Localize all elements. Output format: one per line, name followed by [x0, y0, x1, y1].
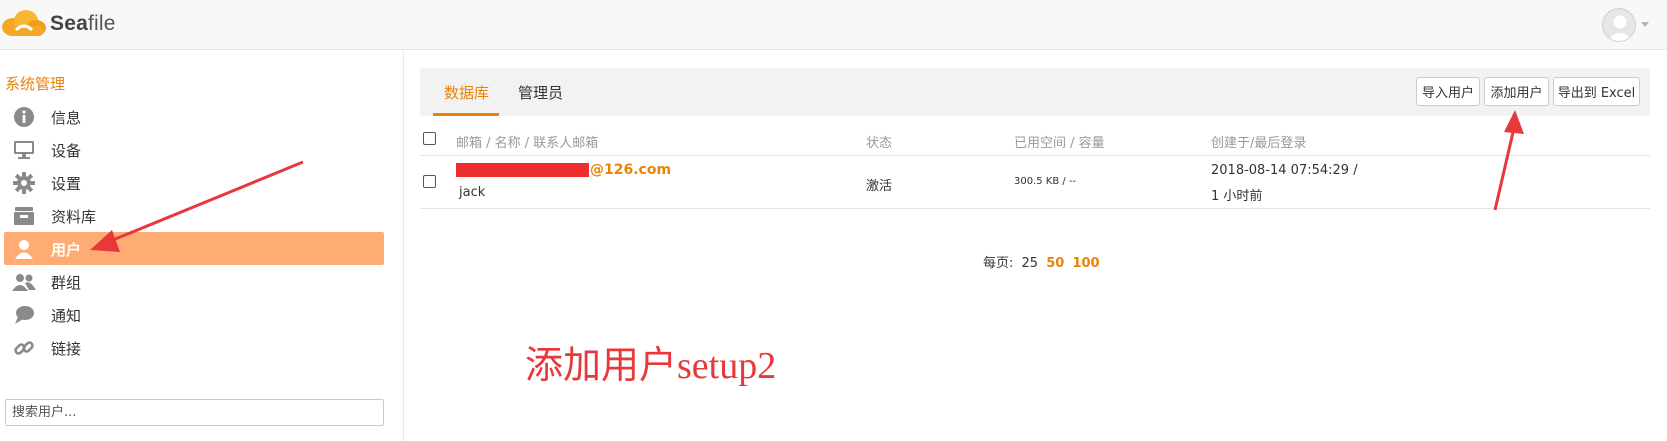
cloud-logo-icon: [2, 10, 46, 36]
column-header-space: 已用空间 / 容量: [1014, 136, 1105, 151]
info-icon: [12, 106, 36, 128]
sidebar-item-label: 设备: [51, 142, 82, 160]
user-name: jack: [459, 185, 486, 200]
per-page-option-100[interactable]: 100: [1072, 256, 1099, 271]
archive-icon: [12, 205, 36, 227]
admin-sidebar: 系统管理 信息 设备 设置 资料库 用户 群组 通知 链接 搜索用户...: [0, 51, 404, 441]
email-domain: @126.com: [590, 162, 672, 178]
sidebar-item-label: 信息: [51, 109, 82, 127]
sidebar-item-libraries[interactable]: 资料库: [4, 199, 384, 232]
user-status[interactable]: 激活: [866, 175, 892, 194]
sidebar-item-links[interactable]: 链接: [4, 331, 384, 364]
brand-suffix: file: [87, 12, 116, 35]
chat-icon: [12, 304, 36, 326]
sidebar-item-users[interactable]: 用户: [4, 232, 384, 265]
brand-prefix: Sea: [50, 12, 88, 35]
per-page-option-50[interactable]: 50: [1046, 256, 1064, 271]
header-divider: [420, 155, 1650, 156]
brand-name: Seafile: [50, 12, 116, 36]
user-last-login: 1 小时前: [1211, 189, 1263, 204]
select-all-checkbox[interactable]: [423, 132, 436, 145]
sidebar-item-info[interactable]: 信息: [4, 100, 384, 133]
group-icon: [12, 271, 36, 293]
sidebar-item-notifications[interactable]: 通知: [4, 298, 384, 331]
search-users-input[interactable]: [5, 399, 384, 426]
sidebar-item-label: 用户: [51, 241, 82, 259]
seafile-logo[interactable]: Seafile: [0, 6, 116, 42]
sidebar-item-label: 通知: [51, 307, 82, 325]
sidebar-item-devices[interactable]: 设备: [4, 133, 384, 166]
active-tab-indicator: [433, 113, 499, 116]
sidebar-item-settings[interactable]: 设置: [4, 166, 384, 199]
annotation-caption: 添加用户setup2: [525, 345, 777, 387]
user-space: 300.5 KB / --: [1014, 176, 1077, 187]
column-header-created: 创建于/最后登录: [1211, 136, 1307, 151]
sidebar-item-label: 设置: [51, 175, 82, 193]
user-email-link[interactable]: @126.com: [456, 162, 671, 178]
link-icon: [12, 337, 36, 359]
export-excel-button[interactable]: 导出到 Excel: [1553, 77, 1640, 106]
sidebar-nav: 信息 设备 设置 资料库 用户 群组 通知 链接: [4, 100, 384, 364]
per-page-label: 每页:: [983, 256, 1014, 271]
user-icon: [12, 238, 36, 260]
add-user-button[interactable]: 添加用户: [1484, 77, 1549, 106]
column-header-status: 状态: [866, 136, 893, 151]
user-created-time: 2018-08-14 07:54:29 /: [1211, 163, 1358, 178]
sidebar-heading: 系统管理: [5, 75, 66, 93]
row-checkbox[interactable]: [423, 175, 436, 188]
chevron-down-icon[interactable]: [1641, 22, 1649, 27]
sidebar-item-label: 链接: [51, 340, 82, 358]
tab-database[interactable]: 数据库: [444, 82, 489, 103]
sidebar-item-groups[interactable]: 群组: [4, 265, 384, 298]
top-header: Seafile: [0, 0, 1667, 50]
column-header-email: 邮箱 / 名称 / 联系人邮箱: [456, 136, 599, 151]
user-avatar[interactable]: [1602, 8, 1636, 42]
redacted-email-mark: [456, 163, 589, 177]
per-page-current: 25: [1021, 256, 1039, 271]
tab-admins[interactable]: 管理员: [518, 82, 563, 103]
per-page-selector: 每页: 25 50 100: [983, 252, 1104, 271]
avatar-icon: [1607, 15, 1633, 41]
arrow-to-add-user: [1493, 110, 1524, 211]
row-divider: [420, 208, 1650, 209]
gear-icon: [12, 172, 36, 194]
sidebar-item-label: 群组: [51, 274, 82, 292]
sidebar-item-label: 资料库: [51, 208, 97, 226]
tab-bar: 数据库 管理员 导入用户 添加用户 导出到 Excel: [420, 68, 1650, 116]
monitor-icon: [12, 139, 36, 161]
import-users-button[interactable]: 导入用户: [1416, 77, 1480, 106]
